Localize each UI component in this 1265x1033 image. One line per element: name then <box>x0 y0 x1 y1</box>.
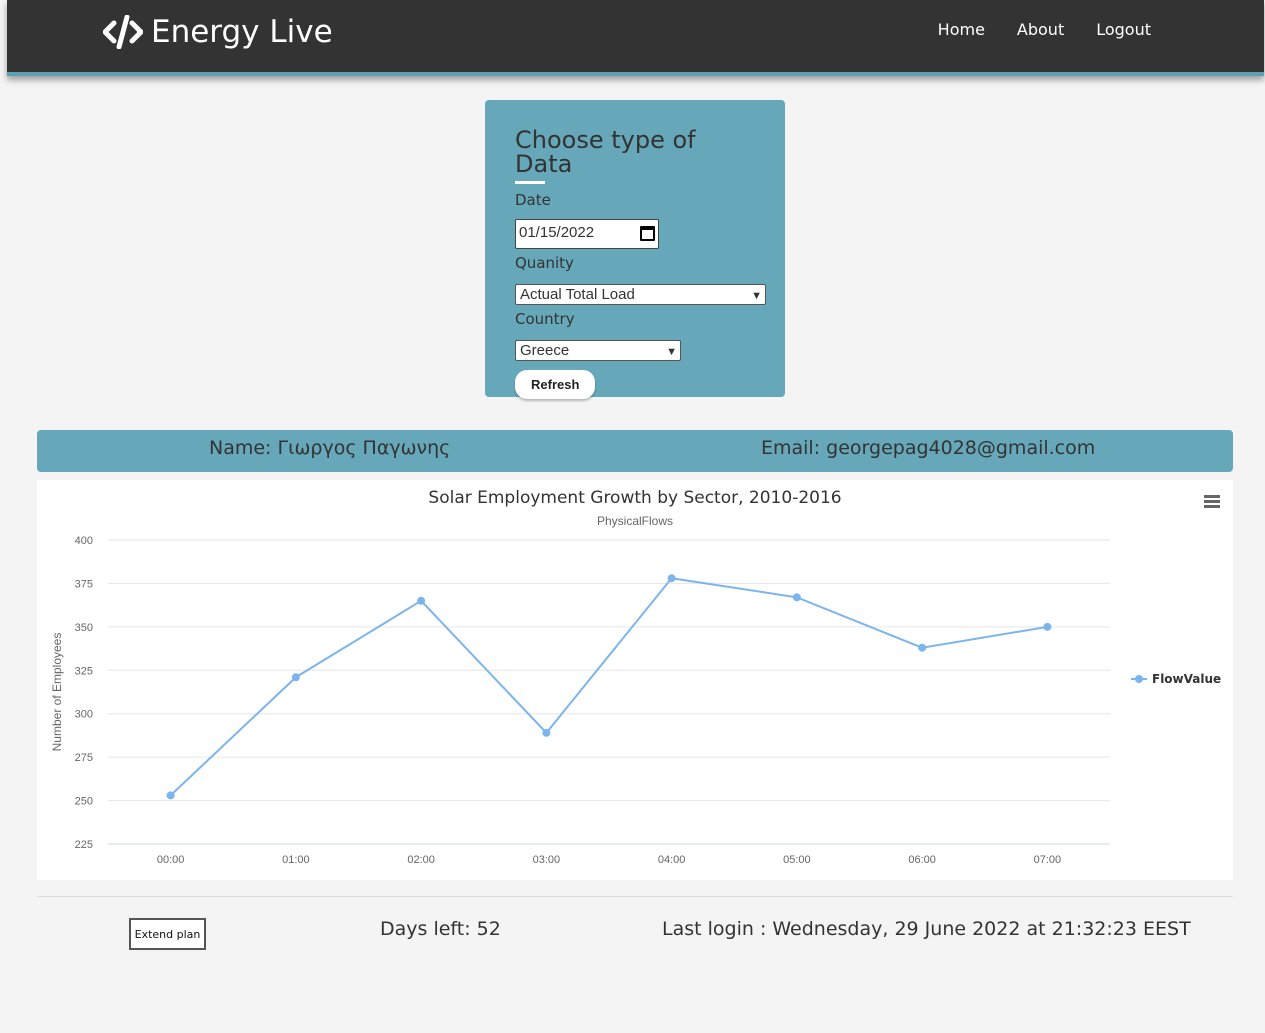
data-type-form: Choose type of Data Date 01/15/2022 Quan… <box>485 100 785 399</box>
x-tick-label: 01:00 <box>282 854 310 866</box>
data-point[interactable] <box>918 643 927 652</box>
nav-about-link[interactable]: About <box>1017 20 1064 39</box>
y-axis-title: Number of Employees <box>50 633 64 752</box>
data-point[interactable] <box>792 593 801 602</box>
y-tick-label: 400 <box>75 535 93 547</box>
x-tick-label: 02:00 <box>407 854 435 866</box>
x-tick-label: 06:00 <box>908 854 936 866</box>
country-selected: Greece <box>520 342 570 359</box>
y-tick-label: 375 <box>75 578 93 590</box>
user-info-bar: Name: Γιωργος Παγωνης Email: georgepag40… <box>37 430 1233 472</box>
date-label: Date <box>515 191 551 209</box>
form-title: Choose type of Data <box>515 126 696 178</box>
chart-title: Solar Employment Growth by Sector, 2010-… <box>428 488 841 508</box>
y-tick-label: 325 <box>75 665 93 677</box>
refresh-button[interactable]: Refresh <box>515 370 596 399</box>
menu-icon <box>1204 495 1220 498</box>
data-point[interactable] <box>166 791 175 800</box>
quantity-select[interactable]: Actual Total Load ▼ <box>515 284 766 305</box>
user-name: Name: Γιωργος Παγωνης <box>209 437 451 459</box>
data-point[interactable] <box>417 596 426 605</box>
divider <box>37 896 1233 897</box>
days-left-text: Days left: 52 <box>380 918 501 940</box>
code-icon <box>103 15 143 49</box>
data-point[interactable] <box>1043 622 1052 631</box>
y-tick-label: 225 <box>75 839 93 851</box>
chart-container: Solar Employment Growth by Sector, 2010-… <box>37 480 1233 880</box>
nav-logout-link[interactable]: Logout <box>1096 20 1151 39</box>
y-tick-label: 250 <box>75 796 93 808</box>
country-select[interactable]: Greece ▼ <box>515 340 681 361</box>
x-tick-label: 00:00 <box>157 854 185 866</box>
country-label: Country <box>515 310 575 328</box>
line-chart: Solar Employment Growth by Sector, 2010-… <box>50 488 1221 866</box>
brand-title: Energy Live <box>151 14 333 50</box>
nav-links: Home About Logout <box>938 20 1151 39</box>
chart-subtitle: PhysicalFlows <box>597 514 673 528</box>
chart-menu-button[interactable] <box>1203 494 1221 510</box>
chevron-down-icon: ▼ <box>751 290 762 302</box>
navbar: Energy Live Home About Logout <box>7 0 1264 76</box>
x-tick-label: 07:00 <box>1034 854 1062 866</box>
last-login-text: Last login : Wednesday, 29 June 2022 at … <box>662 918 1191 940</box>
calendar-icon[interactable] <box>640 226 655 241</box>
series-line-flowvalue <box>169 577 1048 797</box>
title-underline <box>515 181 545 184</box>
data-point[interactable] <box>291 673 300 682</box>
y-tick-label: 350 <box>75 622 93 634</box>
user-email: Email: georgepag4028@gmail.com <box>761 437 1096 459</box>
x-tick-label: 05:00 <box>783 854 811 866</box>
x-tick-label: 04:00 <box>658 854 686 866</box>
y-tick-label: 275 <box>75 752 93 764</box>
quantity-selected: Actual Total Load <box>520 286 635 303</box>
date-input[interactable]: 01/15/2022 <box>515 219 659 249</box>
quantity-label: Quanity <box>515 254 574 272</box>
chart-legend[interactable]: FlowValue <box>1131 672 1221 686</box>
legend-label-flowvalue: FlowValue <box>1152 672 1221 686</box>
y-tick-label: 300 <box>75 709 93 721</box>
date-value: 01/15/2022 <box>519 224 595 241</box>
extend-plan-button[interactable]: Extend plan <box>129 918 206 950</box>
chevron-down-icon: ▼ <box>666 346 677 358</box>
data-point[interactable] <box>667 574 676 583</box>
x-tick-label: 03:00 <box>533 854 561 866</box>
brand-link[interactable]: Energy Live <box>103 14 333 50</box>
nav-home-link[interactable]: Home <box>938 20 985 39</box>
data-point[interactable] <box>542 728 551 737</box>
